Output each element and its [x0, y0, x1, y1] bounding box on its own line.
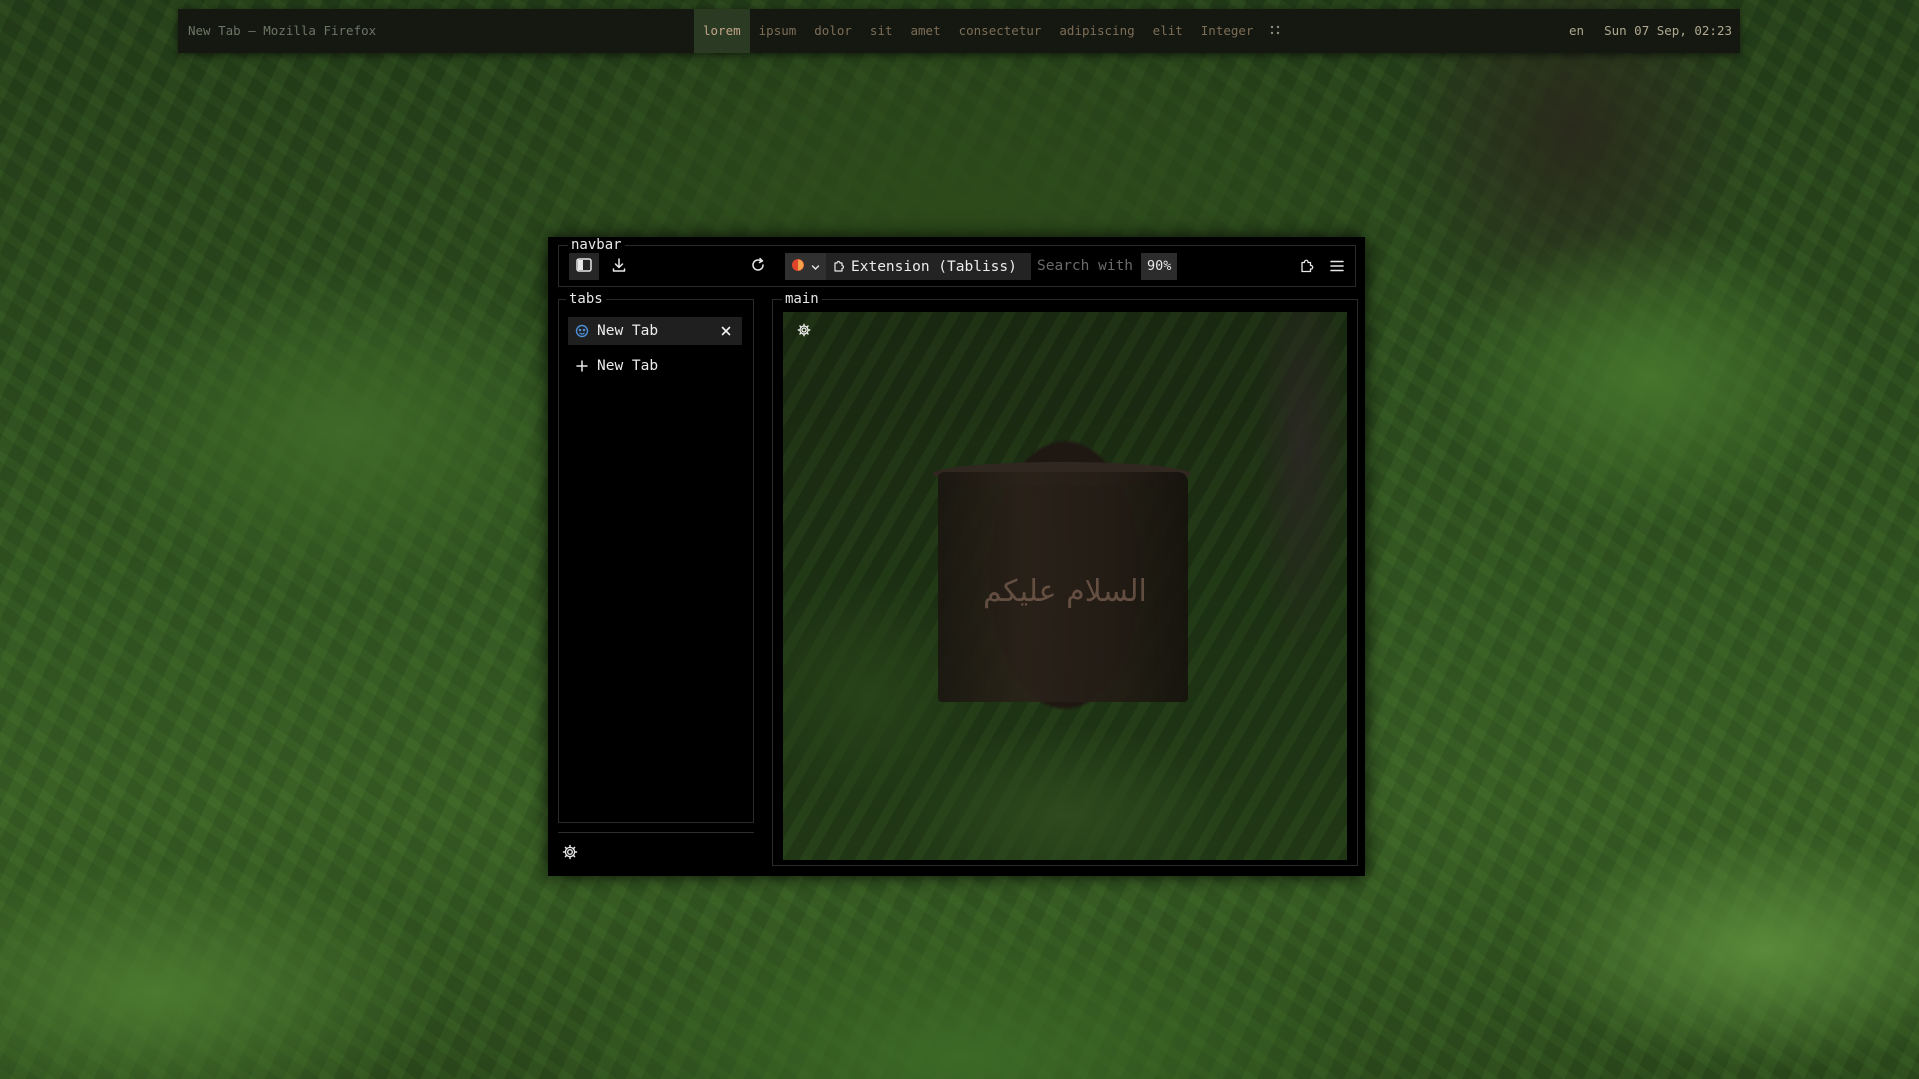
gear-icon	[562, 844, 578, 864]
new-tab-label: New Tab	[597, 358, 659, 374]
puzzle-icon	[832, 258, 846, 276]
sidebar-settings-button[interactable]	[560, 844, 580, 864]
sidebar-icon	[576, 257, 592, 276]
url-bar[interactable]: Extension (Tabliss)	[785, 253, 1031, 280]
workspace-consectetur[interactable]: consectetur	[950, 9, 1051, 53]
workspace-ipsum[interactable]: ipsum	[750, 9, 806, 53]
extension-label: Extension (Tabliss)	[851, 258, 1017, 275]
download-icon	[611, 257, 627, 277]
workspace-switcher: lorem ipsum dolor sit amet consectetur a…	[694, 9, 1288, 53]
extension-chip[interactable]: Extension (Tabliss)	[826, 258, 1023, 276]
tabs-label: tabs	[566, 291, 606, 307]
clock[interactable]: Sun 07 Sep, 02:23	[1604, 9, 1732, 53]
greeting-text: السلام عليكم	[983, 574, 1147, 609]
zoom-level-button[interactable]: 90%	[1141, 253, 1178, 280]
tab-new-tab[interactable]: New Tab	[568, 317, 742, 345]
new-tab-button[interactable]: New Tab	[568, 352, 742, 380]
search-placeholder[interactable]: Search with	[1037, 253, 1133, 280]
tabliss-icon	[573, 324, 591, 338]
navbar-label: navbar	[568, 237, 625, 253]
page-content[interactable]: السلام عليكم	[783, 312, 1347, 860]
workspace-integer[interactable]: Integer	[1192, 9, 1263, 53]
main-label: main	[782, 291, 822, 307]
reload-button[interactable]	[743, 253, 773, 280]
workspace-adipiscing[interactable]: adipiscing	[1050, 9, 1143, 53]
sidebar-divider	[558, 832, 754, 833]
system-top-bar: New Tab — Mozilla Firefox lorem ipsum do…	[178, 9, 1740, 53]
extensions-button[interactable]	[1292, 253, 1322, 280]
close-icon[interactable]	[718, 323, 734, 339]
sidebar-toggle-button[interactable]	[569, 253, 599, 280]
plus-icon	[573, 360, 591, 372]
downloads-button[interactable]	[604, 253, 634, 280]
workspace-lorem[interactable]: lorem	[694, 9, 750, 53]
tab-label: New Tab	[597, 323, 659, 339]
workspace-dolor[interactable]: dolor	[805, 9, 861, 53]
tabs-panel: New Tab New Tab	[558, 299, 754, 823]
firefox-shield-icon	[791, 257, 805, 276]
workspace-elit[interactable]: elit	[1144, 9, 1192, 53]
reload-icon	[750, 257, 766, 277]
tabliss-settings-button[interactable]	[795, 322, 813, 340]
hamburger-menu-icon	[1330, 257, 1344, 276]
keyboard-language[interactable]: en	[1569, 9, 1584, 53]
chevron-down-icon	[811, 257, 820, 276]
firefox-window: Extension (Tabliss) Search with 90% navb…	[548, 237, 1365, 876]
grid-dots-icon[interactable]	[1262, 9, 1288, 53]
identity-button[interactable]	[785, 253, 826, 280]
puzzle-icon	[1299, 257, 1315, 277]
workspace-amet[interactable]: amet	[902, 9, 950, 53]
navbar: Extension (Tabliss) Search with 90%	[558, 245, 1356, 287]
app-menu-button[interactable]	[1322, 253, 1352, 280]
workspace-sit[interactable]: sit	[861, 9, 902, 53]
main-panel: السلام عليكم	[772, 299, 1358, 866]
window-title: New Tab — Mozilla Firefox	[188, 23, 377, 38]
gear-icon	[797, 322, 811, 341]
